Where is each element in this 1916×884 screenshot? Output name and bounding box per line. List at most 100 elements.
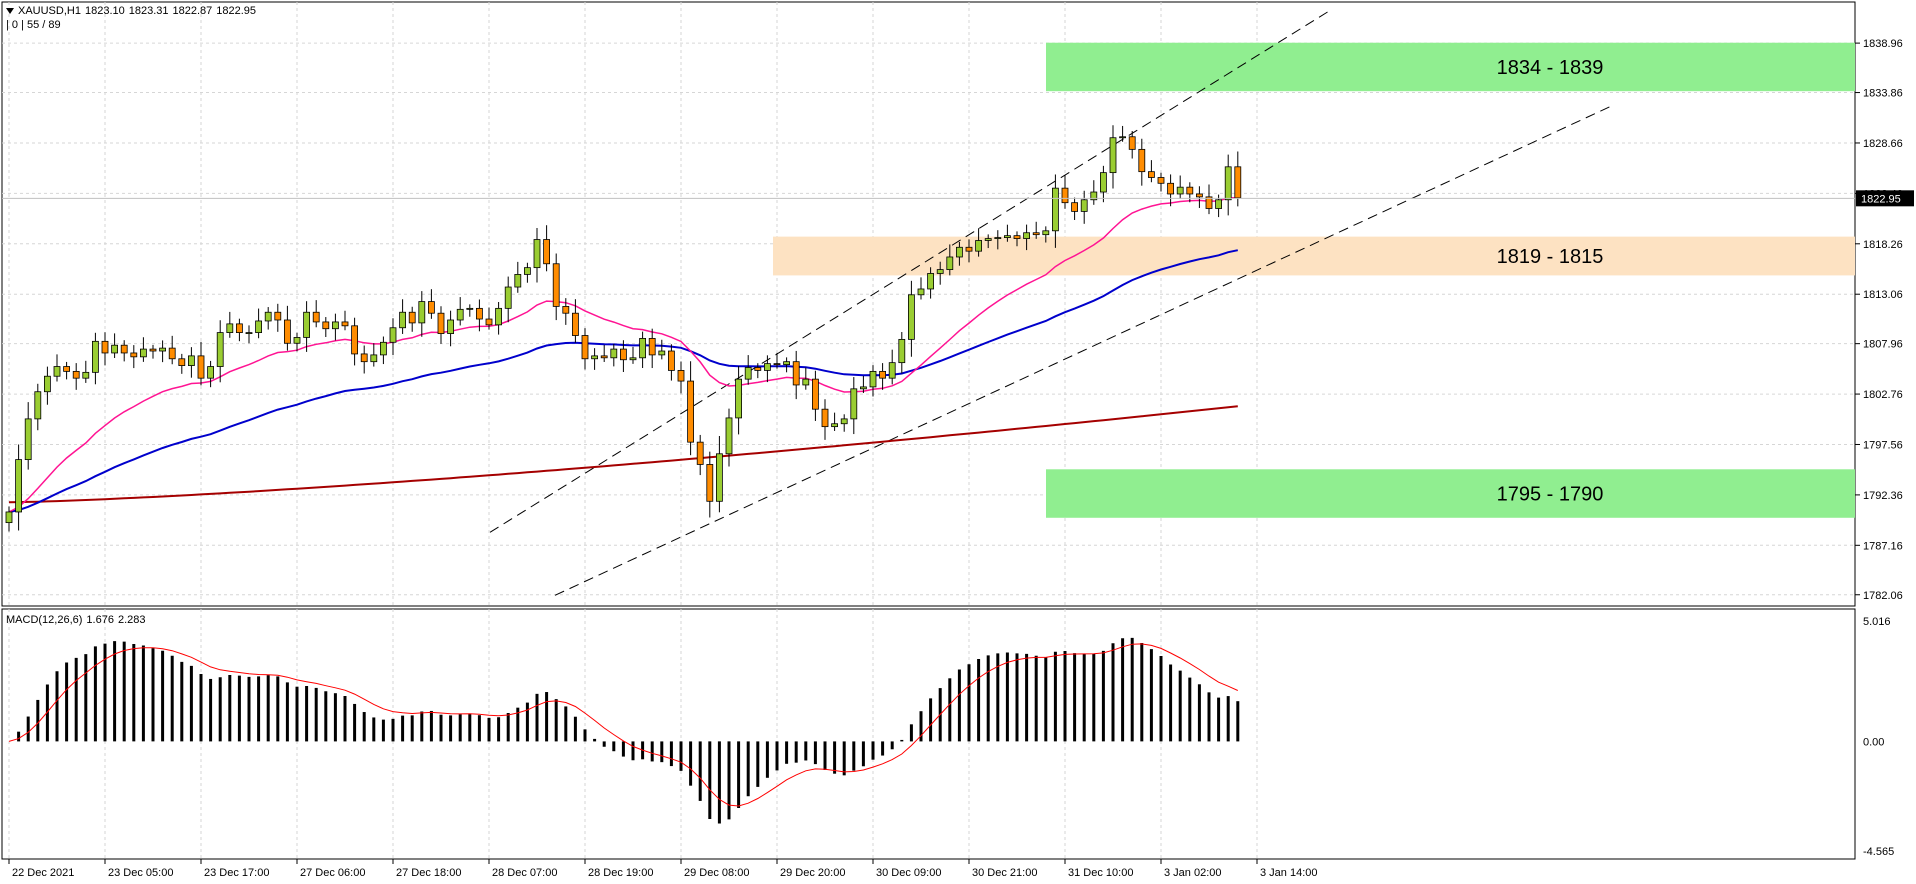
candle-body	[245, 332, 253, 335]
macd-tick-label: 5.016	[1863, 616, 1891, 628]
zone-label: 1795 - 1790	[1497, 484, 1604, 506]
price-tick-label: 1838.96	[1863, 38, 1903, 50]
time-tick-label: 31 Dec 10:00	[1068, 867, 1133, 879]
candle-body	[629, 357, 637, 361]
time-tick-label: 28 Dec 19:00	[588, 867, 653, 879]
candle-body	[744, 367, 752, 380]
candle-body	[408, 311, 416, 324]
candle-body	[591, 355, 598, 360]
candle-body	[197, 355, 205, 379]
candle-body	[879, 370, 886, 379]
candle-body	[159, 347, 167, 352]
candle-body	[533, 239, 541, 269]
candle-body	[1109, 137, 1117, 174]
candle-body	[812, 378, 819, 410]
candle-body	[255, 320, 263, 334]
candle-body	[293, 337, 301, 344]
candle-body	[351, 325, 359, 355]
candle-body	[504, 286, 512, 309]
candle-body	[82, 371, 90, 379]
candle-body	[956, 246, 963, 258]
candle-body	[235, 323, 243, 334]
candle-body	[1013, 235, 1021, 239]
candle-body	[792, 361, 800, 386]
candle-body	[514, 274, 522, 288]
candle-body	[735, 378, 742, 419]
candle-body	[1052, 187, 1059, 232]
candle-body	[1004, 235, 1011, 238]
candle-body	[1119, 136, 1126, 139]
candle-body	[936, 269, 944, 274]
candle-body	[5, 511, 13, 524]
price-tick-label: 1807.96	[1863, 339, 1903, 351]
macd-value: 1.676	[86, 614, 114, 626]
candle-body	[1176, 186, 1184, 195]
candle-body	[600, 355, 608, 359]
candle-body	[15, 459, 23, 513]
candle-body	[1061, 187, 1069, 204]
candle-body	[725, 417, 733, 455]
candle-body	[572, 312, 579, 336]
candle-body	[860, 386, 867, 390]
candle-body	[927, 273, 934, 290]
price-tick-label: 1828.66	[1863, 138, 1903, 150]
candle-body	[610, 348, 618, 359]
candle-body	[716, 453, 723, 502]
time-tick-label: 3 Jan 14:00	[1260, 867, 1318, 879]
candle-body	[111, 344, 118, 354]
candle-body	[850, 388, 858, 420]
candle-body	[1023, 232, 1030, 239]
low-value: 1822.87	[172, 5, 213, 17]
candle-body	[149, 348, 157, 352]
candle-body	[1196, 193, 1203, 198]
zone-label: 1834 - 1839	[1497, 57, 1604, 79]
candle-body	[44, 375, 51, 393]
candle-body	[456, 308, 464, 321]
candle-body	[648, 338, 656, 356]
candle-body	[773, 363, 781, 366]
candle-body	[168, 347, 176, 360]
candle-body	[226, 323, 234, 334]
zone-label: 1819 - 1815	[1497, 246, 1604, 268]
candle-body	[389, 327, 397, 343]
candle-body	[34, 391, 42, 420]
candle-body	[303, 311, 311, 338]
candle-body	[283, 319, 291, 344]
candle-body	[92, 340, 99, 373]
candle-body	[53, 366, 61, 377]
candle-body	[562, 306, 570, 314]
candle-body	[1128, 136, 1136, 150]
candle-body	[72, 370, 80, 379]
candle-body	[754, 367, 762, 371]
candle-body	[524, 267, 531, 275]
price-tick-label: 1782.06	[1863, 590, 1903, 602]
candle-body	[24, 418, 32, 461]
candle-body	[831, 423, 838, 428]
candle-body	[322, 321, 330, 330]
open-value: 1823.10	[84, 5, 125, 17]
candle-body	[1032, 232, 1040, 236]
candle-body	[130, 352, 138, 358]
dropdown-icon[interactable]	[6, 8, 14, 15]
candle-body	[764, 363, 771, 371]
symbol-label: XAUUSD,H1	[18, 5, 81, 17]
candle-body	[696, 441, 704, 465]
price-tick-label: 1802.76	[1863, 389, 1903, 401]
time-tick-label: 29 Dec 08:00	[684, 867, 749, 879]
candle-body	[437, 312, 445, 334]
candle-body	[668, 350, 675, 371]
candle-body	[639, 338, 646, 359]
candle-body	[312, 311, 320, 323]
price-tick-label: 1813.06	[1863, 289, 1903, 301]
candle-body	[581, 335, 589, 360]
time-tick-label: 22 Dec 2021	[12, 867, 74, 879]
price-chart[interactable]: 1834 - 1839 1819 - 1815 1795 - 1790 1838.9…	[0, 0, 1916, 884]
candle-body	[466, 307, 474, 310]
candle-body	[917, 288, 925, 296]
price-tick-label: 1797.56	[1863, 439, 1903, 451]
candle-body	[946, 256, 954, 270]
time-tick-label: 23 Dec 17:00	[204, 867, 269, 879]
price-tick-label: 1833.86	[1863, 88, 1903, 100]
candle-body	[331, 321, 339, 330]
candle-body	[687, 380, 694, 443]
